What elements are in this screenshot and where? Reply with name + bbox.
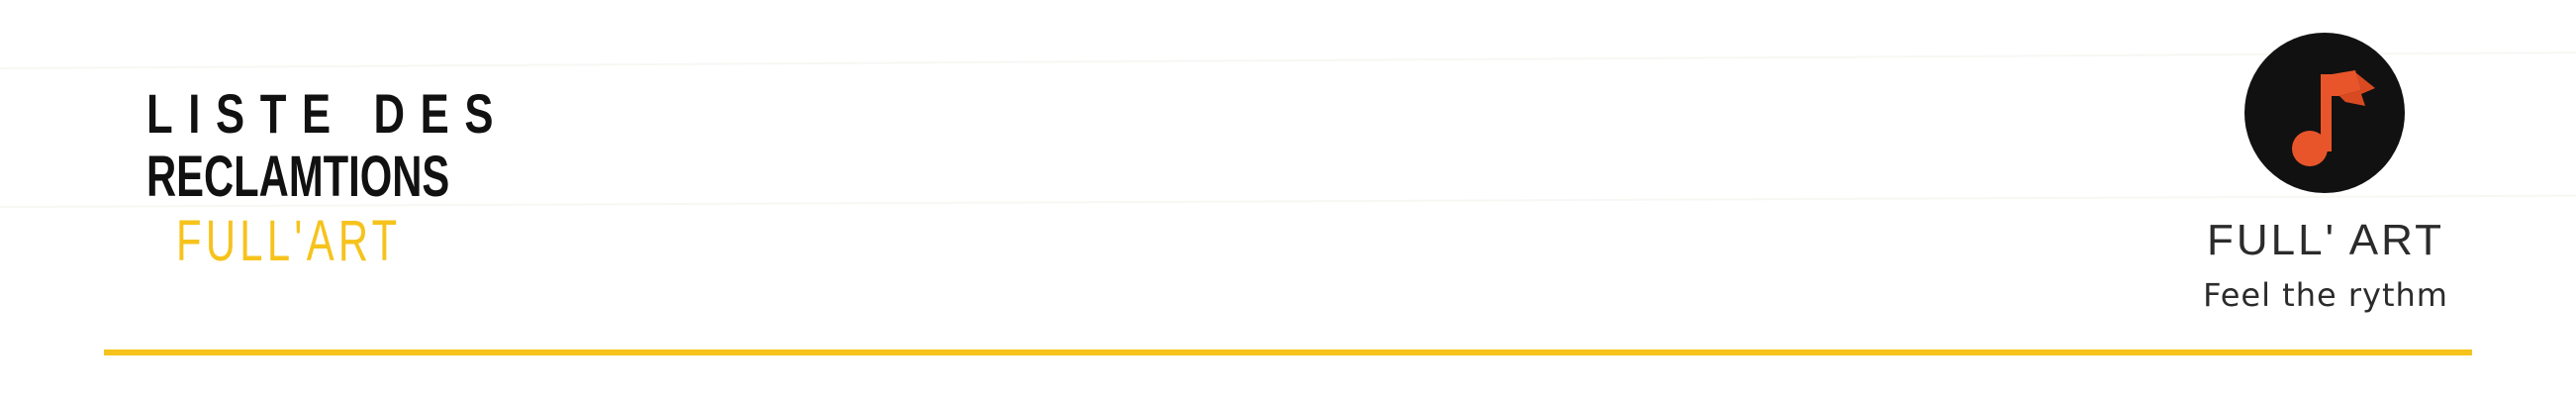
brand-logo — [2244, 33, 2405, 193]
background-streak — [0, 51, 2576, 69]
title-line-1: LISTE DES — [146, 82, 510, 145]
brand-tagline: Feel the rythm — [2203, 276, 2448, 314]
brand-name: FULL' ART — [2207, 216, 2444, 264]
title-line-3: FULL'ART — [176, 209, 402, 273]
header-divider — [104, 349, 2472, 355]
title-line-2: RECLAMTIONS — [146, 145, 450, 209]
report-header: LISTE DES RECLAMTIONS FULL'ART FULL' ART… — [0, 0, 2576, 399]
music-note-flag-icon — [2292, 70, 2375, 166]
title-block: LISTE DES RECLAMTIONS FULL'ART — [146, 79, 510, 275]
